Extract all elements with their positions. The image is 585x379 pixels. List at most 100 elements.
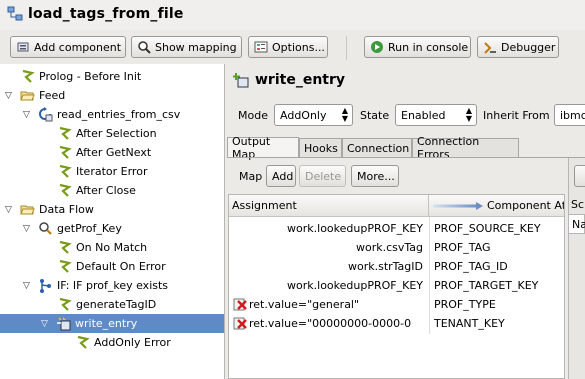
tab-connection[interactable]: Connection xyxy=(342,138,412,157)
attribute-cell: PROF_TAG_ID xyxy=(434,260,508,273)
options-label: Options... xyxy=(272,40,325,54)
hook-icon xyxy=(59,126,72,140)
assignment-cell: work.csvTag xyxy=(355,241,423,254)
state-select[interactable]: Enabled ▲ ▼ xyxy=(395,104,477,126)
run-in-console-button[interactable]: Run in console xyxy=(364,36,471,58)
side-panel xyxy=(568,158,585,379)
collapse-arrow[interactable]: ▽ xyxy=(23,224,33,234)
collapse-arrow[interactable]: ▽ xyxy=(41,319,51,329)
lookup-icon xyxy=(39,222,52,235)
delete-button[interactable]: Delete xyxy=(299,165,346,187)
hook-icon xyxy=(59,164,72,178)
tree-item-if-prof-key-exists[interactable]: IF: IF prof_key exists xyxy=(38,276,168,295)
branch-icon xyxy=(40,279,51,293)
spinner-icon: ▲ ▼ xyxy=(465,106,472,123)
toolbar-separator xyxy=(346,36,347,60)
tree-item-write-entry[interactable]: write_entry xyxy=(56,314,137,333)
assignment-cell: work.lookedupPROF_KEY xyxy=(287,279,423,292)
hook-icon xyxy=(59,240,72,254)
inherit-from-label: Inherit From xyxy=(483,109,550,122)
mode-select[interactable]: AddOnly ▲ ▼ xyxy=(274,104,353,126)
add-component-label: Add component xyxy=(34,40,122,54)
hook-icon xyxy=(59,259,72,273)
inherit-from-value: ibmc xyxy=(560,108,585,122)
tree-item-on-no-match[interactable]: On No Match xyxy=(57,238,147,257)
tree-item-prolog[interactable]: Prolog - Before Init xyxy=(20,67,141,86)
show-mapping-label: Show mapping xyxy=(155,40,237,54)
tree-item-generatetagid[interactable]: generateTagID xyxy=(57,295,156,314)
hook-icon xyxy=(22,69,35,83)
editor-header: write_entry xyxy=(255,72,346,88)
hook-icon xyxy=(77,335,90,349)
add-component-icon xyxy=(17,42,29,52)
tab-output-map[interactable]: Output Map xyxy=(227,135,299,161)
component-tree-icon xyxy=(7,6,23,21)
hook-icon xyxy=(59,145,72,159)
add-button[interactable]: Add xyxy=(266,165,296,187)
attribute-cell: PROF_SOURCE_KEY xyxy=(434,222,541,235)
mode-value: AddOnly xyxy=(280,108,327,122)
tab-divider xyxy=(227,157,585,158)
window-title: load_tags_from_file xyxy=(28,6,184,22)
table-row[interactable]: ret.value="00000000-0000-0 TENANT_KEY xyxy=(229,314,564,333)
tree-item-feed[interactable]: Feed xyxy=(20,86,65,105)
iterator-icon xyxy=(39,107,53,122)
options-button[interactable]: Options... xyxy=(248,36,328,58)
spinner-icon: ▲ ▼ xyxy=(341,106,348,123)
hook-icon xyxy=(59,297,72,311)
add-component-button[interactable]: Add component xyxy=(10,36,126,58)
tree-item-read-entries-from-csv[interactable]: read_entries_from_csv xyxy=(38,105,180,124)
mode-label: Mode xyxy=(238,109,268,122)
run-in-console-label: Run in console xyxy=(388,40,469,54)
folder-open-icon xyxy=(20,205,35,215)
tree-item-addonly-error[interactable]: AddOnly Error xyxy=(75,333,171,352)
side-panel-sc: Sc xyxy=(571,198,585,211)
collapse-arrow[interactable]: ▽ xyxy=(5,91,15,101)
collapse-arrow[interactable]: ▽ xyxy=(23,110,33,120)
debugger-icon xyxy=(484,42,496,54)
more-button[interactable]: More... xyxy=(351,165,399,187)
state-value: Enabled xyxy=(401,108,446,122)
run-icon xyxy=(371,41,383,53)
collapse-arrow[interactable]: ▽ xyxy=(5,205,15,215)
magnifier-icon xyxy=(138,41,151,54)
hook-icon xyxy=(59,183,72,197)
debugger-button[interactable]: Debugger xyxy=(477,36,559,58)
state-label: State xyxy=(360,109,390,122)
column-header-component-attribute[interactable]: Component At xyxy=(429,195,564,217)
tree-item-iterator-error[interactable]: Iterator Error xyxy=(57,162,147,181)
column-header-assignment[interactable]: Assignment xyxy=(229,195,429,217)
tree-item-default-on-error[interactable]: Default On Error xyxy=(57,257,166,276)
tree-item-after-close[interactable]: After Close xyxy=(57,181,136,200)
tree-item-after-getnext[interactable]: After GetNext xyxy=(57,143,151,162)
assignment-cell: ret.value="general" xyxy=(249,298,360,311)
collapse-arrow[interactable]: ▽ xyxy=(23,281,33,291)
options-icon xyxy=(254,41,268,53)
inherit-from-select[interactable]: ibmc xyxy=(554,104,585,126)
tab-hooks[interactable]: Hooks xyxy=(299,138,342,157)
mapping-arrow-icon xyxy=(433,201,483,210)
folder-open-icon xyxy=(20,91,35,101)
side-panel-header: Na xyxy=(568,214,585,234)
output-map-table: Assignment Component At work.lookedupPRO… xyxy=(228,194,565,379)
table-row[interactable]: ret.value="general" PROF_TYPE xyxy=(229,295,564,314)
show-mapping-button[interactable]: Show mapping xyxy=(131,36,242,58)
attribute-cell: TENANT_KEY xyxy=(434,317,505,330)
tree-item-after-selection[interactable]: After Selection xyxy=(57,124,157,143)
side-panel-button[interactable] xyxy=(574,165,585,187)
assignment-cell: work.lookedupPROF_KEY xyxy=(287,222,423,235)
assignment-cell: ret.value="00000000-0000-0 xyxy=(249,317,412,330)
debugger-label: Debugger xyxy=(501,40,556,54)
write-connector-icon xyxy=(57,317,71,331)
tree-item-data-flow[interactable]: Data Flow xyxy=(20,200,94,219)
write-connector-icon xyxy=(233,73,249,88)
tab-connection-errors[interactable]: Connection Errors xyxy=(412,135,519,161)
table-row[interactable]: work.lookedupPROF_KEY PROF_TARGET_KEY xyxy=(229,276,564,295)
column-divider xyxy=(429,217,430,334)
table-row[interactable]: work.lookedupPROF_KEY PROF_SOURCE_KEY xyxy=(229,219,564,238)
tree-item-getprof-key[interactable]: getProf_Key xyxy=(38,219,122,238)
table-row[interactable]: work.strTagID PROF_TAG_ID xyxy=(229,257,564,276)
attribute-cell: PROF_TAG xyxy=(434,241,491,254)
map-label: Map xyxy=(239,170,263,183)
table-row[interactable]: work.csvTag PROF_TAG xyxy=(229,238,564,257)
